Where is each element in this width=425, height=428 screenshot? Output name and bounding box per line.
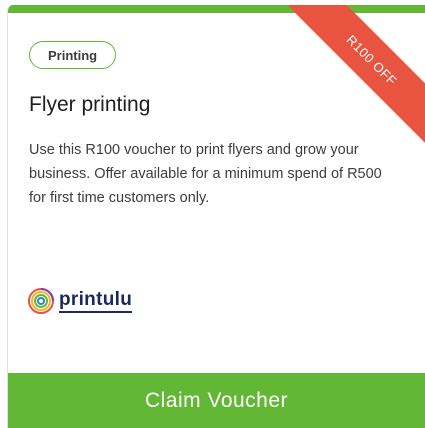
card-top-accent-bar <box>8 5 425 13</box>
brand-logo: printulu <box>28 288 133 314</box>
category-badge: Printing <box>29 41 117 69</box>
category-badge-label: Printing <box>48 47 98 63</box>
voucher-card: R100 OFF Printing Flyer printing Use thi… <box>7 5 425 428</box>
claim-voucher-button[interactable]: Claim Voucher <box>8 373 425 428</box>
brand-name: printulu <box>59 288 133 310</box>
brand-wordmark: printulu <box>59 288 133 313</box>
voucher-description: Use this R100 voucher to print flyers an… <box>29 142 382 206</box>
brand-tagline-rule <box>59 310 133 313</box>
discount-ribbon: R100 OFF <box>282 5 425 150</box>
printulu-logo-icon <box>28 288 54 314</box>
voucher-title: Flyer printing <box>29 93 151 116</box>
discount-ribbon-label: R100 OFF <box>343 31 401 89</box>
